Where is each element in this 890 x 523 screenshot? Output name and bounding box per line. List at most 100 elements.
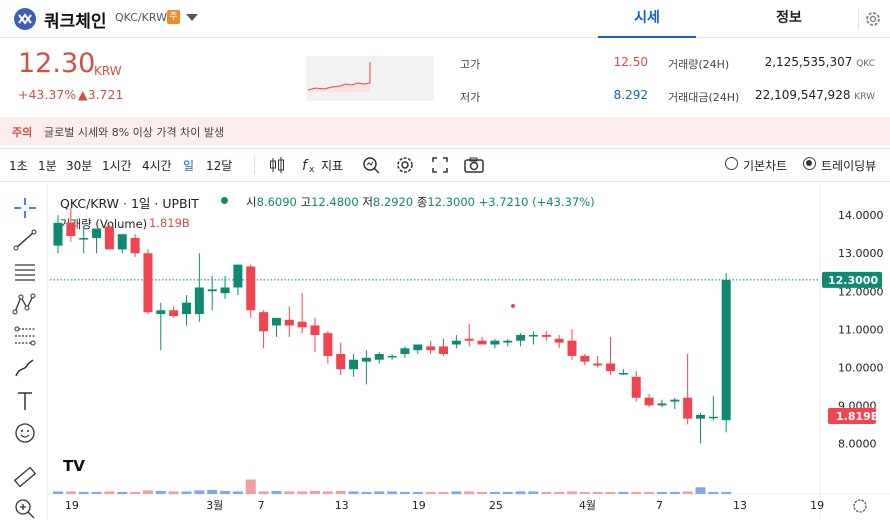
candle-body bbox=[220, 287, 230, 294]
candle-body bbox=[451, 340, 461, 345]
volume-bar bbox=[91, 491, 102, 494]
candle-body bbox=[696, 414, 705, 419]
x-tick-label: 4월 bbox=[579, 499, 596, 512]
volume-bar bbox=[477, 491, 488, 494]
candle-body bbox=[387, 355, 397, 358]
volume-bar bbox=[669, 491, 680, 494]
volume-bar bbox=[78, 491, 89, 494]
candle-body bbox=[53, 222, 63, 246]
volume-bar bbox=[220, 490, 231, 494]
volume-bar bbox=[130, 491, 141, 494]
volume-bar bbox=[451, 491, 462, 494]
volume-bar bbox=[65, 491, 76, 494]
y-tick-label: 13.0000 bbox=[838, 247, 884, 260]
candle-body bbox=[528, 335, 538, 337]
volume-bar bbox=[361, 491, 372, 494]
candlestick-chart[interactable]: 14.000013.000012.000011.000010.00009.000… bbox=[0, 0, 890, 519]
event-marker bbox=[511, 304, 515, 308]
volume-bar bbox=[207, 489, 218, 494]
candle-body bbox=[721, 279, 731, 421]
candle-body bbox=[194, 287, 204, 315]
candle-body bbox=[439, 346, 448, 355]
candle-body bbox=[618, 373, 628, 375]
volume-bar bbox=[425, 491, 436, 494]
volume-bar bbox=[181, 491, 192, 494]
candle-body bbox=[567, 340, 577, 356]
volume-bar bbox=[245, 479, 256, 494]
candle-body bbox=[246, 266, 256, 311]
candle-body bbox=[117, 234, 127, 250]
volume-tag-text: 1.819B bbox=[836, 410, 879, 423]
volume-bar bbox=[464, 491, 475, 494]
volume-bar bbox=[592, 491, 603, 494]
volume-bar bbox=[489, 491, 500, 494]
volume-bar bbox=[438, 491, 449, 494]
x-tick-label: 13 bbox=[733, 499, 747, 512]
candle-body bbox=[259, 312, 269, 332]
candle-body bbox=[464, 338, 474, 341]
x-tick-label: 3월 bbox=[206, 499, 223, 512]
volume-bar bbox=[618, 491, 629, 494]
candle-body bbox=[708, 416, 718, 419]
volume-bar bbox=[631, 491, 642, 494]
volume-bar bbox=[348, 491, 359, 494]
volume-bar bbox=[271, 490, 282, 494]
candle-body bbox=[143, 253, 153, 313]
volume-bar bbox=[528, 491, 539, 494]
volume-bar bbox=[232, 491, 243, 494]
candle-body bbox=[516, 335, 526, 341]
tradingview-logo-icon[interactable]: TV bbox=[60, 455, 90, 477]
candle-body bbox=[361, 357, 371, 362]
volume-bar bbox=[515, 491, 526, 494]
axis-settings-gear-icon[interactable] bbox=[853, 499, 867, 513]
last-price-tag-text: 12.3000 bbox=[828, 274, 878, 287]
y-tick-label: 14.0000 bbox=[838, 209, 884, 222]
candle-body bbox=[683, 397, 693, 419]
candle-body bbox=[400, 348, 410, 355]
candle-body bbox=[657, 403, 667, 406]
volume-bar bbox=[387, 491, 398, 494]
volume-bar bbox=[695, 487, 706, 494]
candle-body bbox=[349, 359, 359, 370]
candle-body bbox=[503, 340, 513, 343]
volume-bar bbox=[399, 491, 410, 494]
volume-bar bbox=[117, 491, 128, 494]
candle-body bbox=[580, 355, 590, 362]
volume-bar bbox=[310, 490, 320, 494]
candle-body bbox=[644, 397, 654, 406]
candle-body bbox=[631, 376, 641, 398]
candle-body bbox=[92, 228, 102, 239]
candle-body bbox=[477, 340, 487, 345]
volume-bar bbox=[682, 491, 693, 494]
candle-body bbox=[310, 325, 320, 335]
x-tick-label: 19 bbox=[810, 499, 824, 512]
volume-bar bbox=[104, 491, 115, 494]
volume-bar bbox=[53, 491, 63, 494]
volume-bar bbox=[502, 491, 513, 494]
volume-bar bbox=[194, 490, 205, 494]
volume-bar bbox=[708, 491, 719, 494]
y-tick-label: 11.0000 bbox=[838, 323, 884, 336]
volume-bar bbox=[605, 491, 616, 494]
volume-bar bbox=[567, 491, 577, 494]
x-tick-label: 7 bbox=[258, 499, 265, 512]
volume-bar bbox=[168, 491, 179, 494]
volume-bar bbox=[335, 490, 346, 494]
candle-body bbox=[284, 319, 294, 326]
candle-body bbox=[66, 222, 76, 237]
candle-body bbox=[297, 321, 307, 328]
volume-bar bbox=[284, 491, 295, 494]
candle-body bbox=[426, 346, 436, 351]
candle-body bbox=[413, 344, 423, 351]
candle-body bbox=[233, 264, 243, 288]
volume-bar bbox=[155, 490, 166, 494]
candle-body bbox=[104, 226, 114, 250]
y-tick-label: 8.0000 bbox=[838, 437, 877, 450]
volume-bar bbox=[579, 491, 590, 494]
candle-body bbox=[554, 338, 564, 343]
candle-body bbox=[79, 238, 89, 240]
candle-body bbox=[490, 340, 500, 345]
y-tick-label: 10.0000 bbox=[838, 361, 884, 374]
volume-bar bbox=[258, 491, 269, 494]
volume-bar bbox=[412, 491, 423, 494]
